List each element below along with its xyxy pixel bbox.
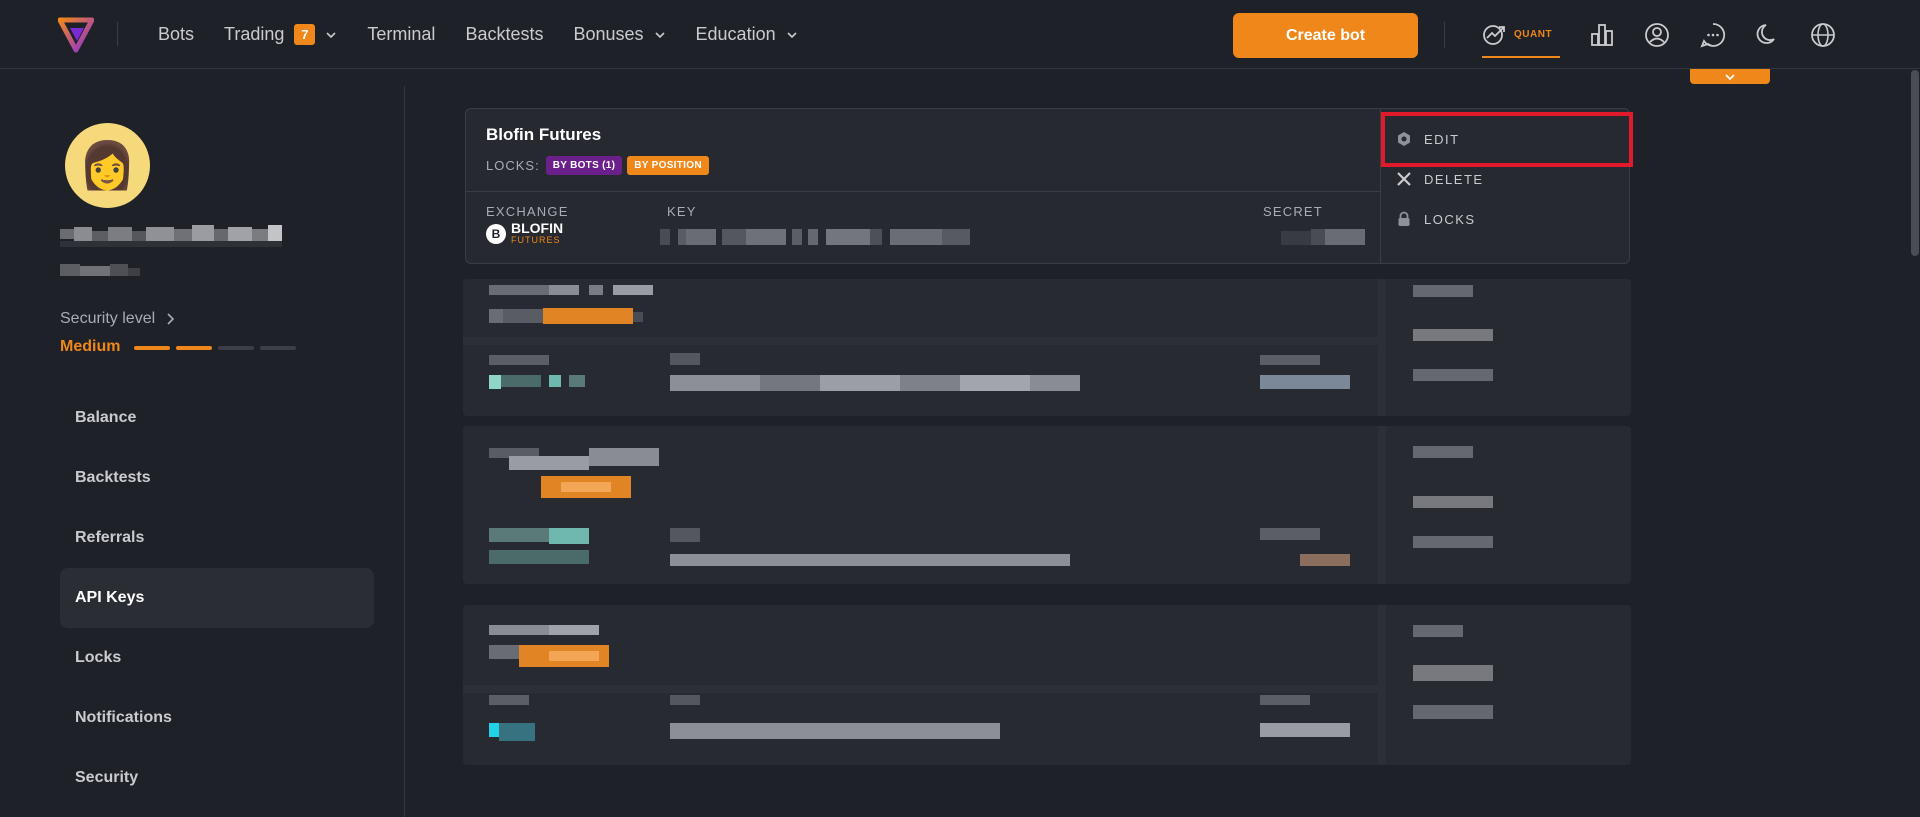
nav-bonuses[interactable]: Bonuses (573, 24, 665, 45)
api-key-card-blurred (463, 279, 1631, 416)
scrollbar-thumb[interactable] (1911, 70, 1919, 256)
chevron-right-icon (167, 313, 175, 325)
security-level-value: Medium (60, 338, 121, 355)
sidebar-item-backtests[interactable]: Backtests (60, 448, 374, 508)
sidebar-item-api-keys[interactable]: API Keys (60, 568, 374, 628)
security-level-segment (176, 346, 212, 350)
security-level-link[interactable]: Security level (60, 310, 175, 328)
exchange-type: FUTURES (511, 235, 561, 245)
security-level-segment (218, 346, 254, 350)
username-blurred (60, 225, 282, 247)
blofin-logo-icon: B (486, 224, 506, 244)
user-id-blurred (60, 264, 140, 276)
api-key-blurred (660, 229, 970, 245)
lock-badge-position[interactable]: BY POSITION (627, 156, 709, 175)
sidebar-item-referrals[interactable]: Referrals (60, 508, 374, 568)
toolbar-divider (1444, 22, 1445, 48)
chat-icon[interactable] (1700, 22, 1726, 48)
sidebar-item-notifications[interactable]: Notifications (60, 688, 374, 748)
gear-icon (1398, 132, 1410, 146)
sidebar-item-balance[interactable]: Balance (60, 388, 374, 448)
key-column-label: KEY (667, 204, 697, 219)
locks-button[interactable]: LOCKS (1396, 211, 1476, 227)
trading-count-badge: 7 (294, 24, 316, 45)
api-key-title: Blofin Futures (486, 125, 602, 144)
api-secret-blurred (1281, 229, 1365, 245)
blurred-content (489, 446, 1493, 566)
bar-chart-icon[interactable] (1589, 22, 1615, 48)
card-vertical-divider (1380, 109, 1381, 263)
avatar[interactable]: 👩 (65, 123, 150, 208)
user-profile-icon[interactable] (1644, 22, 1670, 48)
lock-badge-bots[interactable]: BY BOTS (1) (545, 156, 623, 175)
nav-terminal[interactable]: Terminal (367, 24, 435, 45)
locks-label: LOCKS: (486, 158, 540, 173)
exchange-badge: B BLOFIN FUTURES (486, 220, 564, 246)
security-level-segment (134, 346, 170, 350)
api-key-card-blurred (463, 426, 1631, 584)
edit-button[interactable]: EDIT (1396, 131, 1460, 147)
api-key-card-blurred (463, 605, 1631, 765)
exchange-name: BLOFIN (511, 220, 564, 236)
close-icon (1397, 172, 1411, 186)
sidebar-item-security[interactable]: Security (60, 748, 374, 808)
chevron-down-icon (1725, 73, 1735, 80)
main-nav: Bots Trading 7 Terminal Backtests Bonuse… (158, 0, 828, 69)
sidebar-divider (404, 86, 405, 817)
sidebar-menu: Balance Backtests Referrals API Keys Locks No… (60, 388, 374, 808)
nav-trading[interactable]: Trading 7 (224, 24, 337, 45)
nav-education[interactable]: Education (696, 24, 798, 45)
quant-tab[interactable]: QUANT (1482, 18, 1560, 58)
security-level-meter (134, 346, 302, 350)
create-bot-button[interactable]: Create bot (1233, 13, 1418, 58)
blurred-content (489, 285, 1493, 391)
secret-column-label: SECRET (1263, 204, 1323, 219)
chevron-down-icon (654, 31, 665, 38)
chevron-down-icon (326, 31, 336, 38)
api-key-card: Blofin Futures LOCKS: BY BOTS (1) BY POS… (465, 108, 1630, 264)
lock-icon (1398, 211, 1410, 226)
chart-arrow-icon (1483, 25, 1505, 45)
delete-button[interactable]: DELETE (1396, 171, 1484, 187)
nav-backtests[interactable]: Backtests (465, 24, 543, 45)
collapse-tab[interactable] (1690, 69, 1770, 84)
blurred-content (489, 625, 1493, 741)
globe-language-icon[interactable] (1810, 22, 1836, 48)
chevron-down-icon (787, 31, 797, 38)
dark-mode-moon-icon[interactable] (1755, 22, 1781, 48)
exchange-text: BLOFIN FUTURES (511, 220, 564, 246)
card-divider (466, 191, 1380, 192)
top-navbar: Bots Trading 7 Terminal Backtests Bonuse… (0, 0, 1920, 69)
exchange-column-label: EXCHANGE (486, 204, 569, 219)
quant-label: QUANT (1514, 29, 1553, 40)
security-level-segment (260, 346, 296, 350)
logo-divider (117, 22, 118, 46)
logo-icon[interactable] (58, 16, 94, 54)
sidebar-item-locks[interactable]: Locks (60, 628, 374, 688)
locks-row: LOCKS: BY BOTS (1) BY POSITION (486, 156, 714, 175)
nav-bots[interactable]: Bots (158, 24, 194, 45)
